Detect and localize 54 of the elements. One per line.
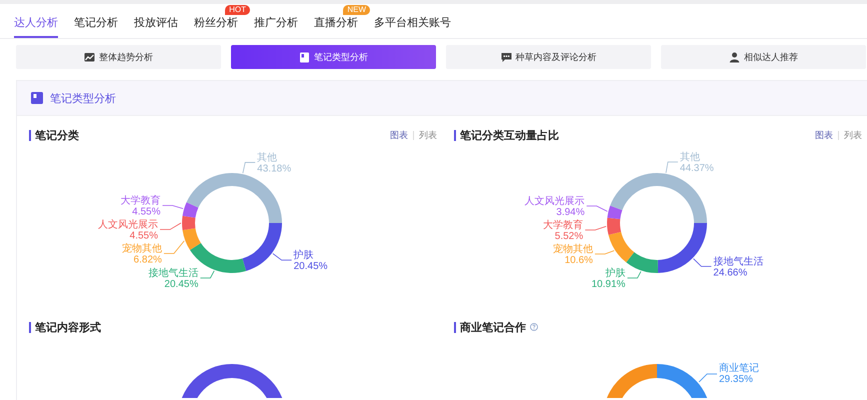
data-label: 其他 44.37% xyxy=(680,152,714,174)
nav-tab[interactable]: 直播分析 xyxy=(314,15,358,38)
section-tab[interactable]: 笔记类型分析 xyxy=(231,45,436,69)
chart-icon xyxy=(84,52,95,62)
data-label: 商业笔记 29.35% xyxy=(719,363,759,385)
view-toggle[interactable]: 图表 xyxy=(390,128,408,142)
data-label: 人文风光展示 3.94% xyxy=(524,196,585,218)
leader-line xyxy=(272,253,292,261)
leader-line xyxy=(627,271,642,278)
data-label: 接地气生活 20.45% xyxy=(148,268,198,290)
leader-line xyxy=(586,206,608,212)
data-label: 护肤 10.91% xyxy=(592,268,626,290)
nav-tab[interactable]: 笔记分析 xyxy=(74,15,118,38)
leader-line xyxy=(594,250,615,254)
section-title: 商业笔记合作 xyxy=(460,320,526,334)
leader-line xyxy=(584,226,607,230)
badge: HOT xyxy=(225,5,250,15)
data-label: 人文风光展示 4.55% xyxy=(98,220,158,242)
section-title: 笔记分类互动量占比 xyxy=(460,128,559,142)
section-tab[interactable]: 种草内容及评论分析 xyxy=(446,45,651,69)
leader-line xyxy=(160,222,182,230)
section-tab[interactable]: 相似达人推荐 xyxy=(661,45,866,69)
nav-tab[interactable]: 推广分析 xyxy=(254,15,298,38)
panel-title: 笔记类型分析 xyxy=(50,92,116,106)
leader-line xyxy=(164,240,185,254)
data-label: 大学教育 5.52% xyxy=(543,220,584,242)
section-tab[interactable]: 整体趋势分析 xyxy=(16,45,221,69)
nav-tab[interactable]: 达人分析 xyxy=(14,15,58,38)
nav-tab[interactable]: 投放评估 xyxy=(134,15,178,38)
data-label: 护肤 20.45% xyxy=(294,250,328,272)
view-toggle[interactable]: 图表 xyxy=(815,128,833,142)
chat-icon xyxy=(500,52,512,62)
badge: NEW xyxy=(343,5,370,15)
data-label: 宠物其他 6.82% xyxy=(122,244,162,266)
leader-line xyxy=(666,162,678,174)
data-label: 宠物其他 10.6% xyxy=(552,244,593,266)
leader-line xyxy=(693,258,712,267)
leader-line xyxy=(242,162,256,174)
section-title: 笔记内容形式 xyxy=(35,320,101,334)
data-label: 大学教育 4.55% xyxy=(120,196,160,218)
leader-line xyxy=(698,374,718,382)
section-title: 笔记分类 xyxy=(35,128,79,142)
book-icon xyxy=(299,52,310,62)
view-toggle[interactable]: 列表 xyxy=(419,128,437,142)
person-icon xyxy=(729,52,740,62)
leader-line xyxy=(200,270,215,278)
leader-line xyxy=(162,205,184,210)
help-icon[interactable] xyxy=(530,323,538,331)
book-icon xyxy=(31,92,43,104)
nav-tab[interactable]: 粉丝分析 xyxy=(194,15,238,38)
view-toggle[interactable]: 列表 xyxy=(844,128,862,142)
data-label: 接地气生活 24.66% xyxy=(713,256,764,278)
data-label: 其他 43.18% xyxy=(257,152,292,174)
nav-tab[interactable]: 多平台相关账号 xyxy=(374,15,451,38)
